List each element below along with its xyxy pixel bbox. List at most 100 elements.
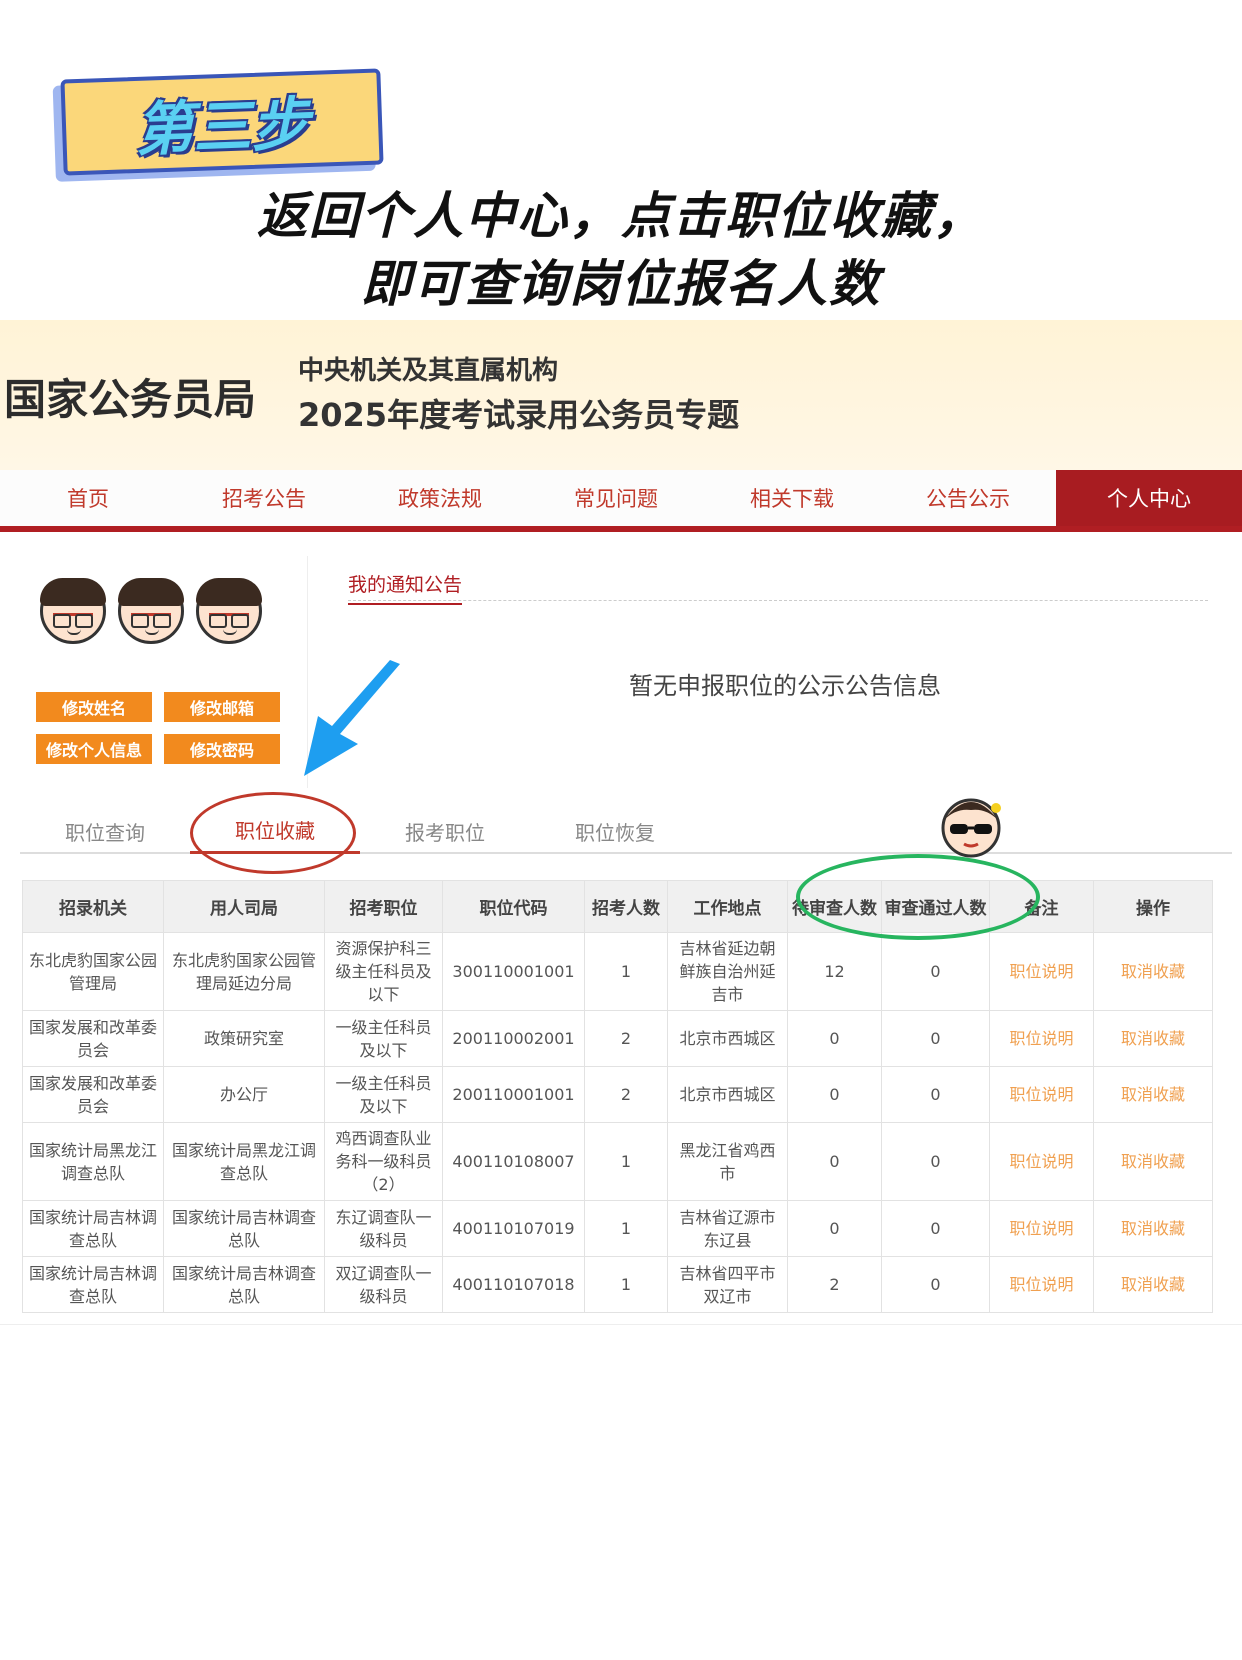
- cell-department: 国家统计局吉林调查总队: [163, 1200, 325, 1257]
- cell-quota: 1: [584, 1256, 668, 1313]
- nav-item-recruitment-notice[interactable]: 招考公告: [176, 470, 352, 526]
- avatar: [40, 578, 106, 644]
- cell-agency: 国家发展和改革委员会: [22, 1010, 164, 1067]
- cell-approved: 0: [881, 1066, 990, 1123]
- cell-location: 黑龙江省鸡西市: [667, 1122, 788, 1201]
- headline-line-2: 即可查询岗位报名人数: [361, 255, 881, 313]
- org-name: 国家公务员局: [4, 375, 257, 424]
- cell-code: 400110108007: [442, 1122, 585, 1201]
- cell-department: 东北虎豹国家公园管理局延边分局: [163, 932, 325, 1011]
- table-row: 国家统计局吉林调查总队 国家统计局吉林调查总队 双辽调查队一级科员 400110107…: [22, 1256, 1213, 1313]
- banner-subtitle-1: 中央机关及其直属机构: [298, 356, 559, 386]
- avatar-group: [40, 578, 262, 644]
- cell-department: 国家统计局吉林调查总队: [163, 1256, 325, 1313]
- cell-cancel-favorite-link[interactable]: 取消收藏: [1093, 932, 1213, 1011]
- cell-approved: 0: [881, 932, 990, 1011]
- cell-code: 200110002001: [442, 1010, 585, 1067]
- cell-quota: 2: [584, 1066, 668, 1123]
- nav-item-personal-center[interactable]: 个人中心: [1056, 470, 1242, 526]
- cell-cancel-favorite-link[interactable]: 取消收藏: [1093, 1066, 1213, 1123]
- cell-quota: 1: [584, 932, 668, 1011]
- col-header-actions: 操作: [1093, 880, 1213, 933]
- cell-position: 一级主任科员及以下: [324, 1066, 443, 1123]
- cell-location: 吉林省辽源市东辽县: [667, 1200, 788, 1257]
- divider: [348, 600, 1208, 601]
- cell-approved: 0: [881, 1256, 990, 1313]
- cell-agency: 国家统计局吉林调查总队: [22, 1256, 164, 1313]
- arrow-down-left-icon: [304, 660, 400, 776]
- cell-department: 办公厅: [163, 1066, 325, 1123]
- cell-pending: 12: [787, 932, 882, 1011]
- cell-cancel-favorite-link[interactable]: 取消收藏: [1093, 1122, 1213, 1201]
- cell-remarks-link[interactable]: 职位说明: [989, 1200, 1094, 1257]
- table-row: 国家统计局黑龙江调查总队 国家统计局黑龙江调查总队 鸡西调查队业务科一级科员（2） 4…: [22, 1122, 1213, 1201]
- nav-item-home[interactable]: 首页: [0, 470, 176, 526]
- cell-code: 200110001001: [442, 1066, 585, 1123]
- cell-location: 吉林省四平市双辽市: [667, 1256, 788, 1313]
- tab-position-search[interactable]: 职位查询: [20, 808, 190, 854]
- edit-personal-info-button[interactable]: 修改个人信息: [36, 734, 152, 764]
- cell-department: 国家统计局黑龙江调查总队: [163, 1122, 325, 1201]
- highlight-circle-red: [190, 792, 356, 874]
- cell-code: 400110107018: [442, 1256, 585, 1313]
- cell-remarks-link[interactable]: 职位说明: [989, 1010, 1094, 1067]
- highlight-circle-green: [796, 854, 1040, 940]
- cell-pending: 0: [787, 1200, 882, 1257]
- cell-position: 双辽调查队一级科员: [324, 1256, 443, 1313]
- cell-agency: 国家发展和改革委员会: [22, 1066, 164, 1123]
- col-header-quota: 招考人数: [584, 880, 668, 933]
- cell-cancel-favorite-link[interactable]: 取消收藏: [1093, 1200, 1213, 1257]
- sunglasses-face-icon: [941, 798, 1001, 858]
- cell-position: 一级主任科员及以下: [324, 1010, 443, 1067]
- table-row: 国家发展和改革委员会 政策研究室 一级主任科员及以下 200110002001 2 北京市…: [22, 1010, 1213, 1067]
- nav-item-policy[interactable]: 政策法规: [352, 470, 528, 526]
- cell-quota: 1: [584, 1122, 668, 1201]
- cell-approved: 0: [881, 1010, 990, 1067]
- nav-item-announcements[interactable]: 公告公示: [880, 470, 1056, 526]
- profile-panel: 修改姓名 修改邮箱 修改个人信息 修改密码: [0, 556, 308, 788]
- table-body: 东北虎豹国家公园管理局 东北虎豹国家公园管理局延边分局 资源保护科三级主任科员及以下…: [22, 932, 1213, 1313]
- cell-pending: 0: [787, 1066, 882, 1123]
- website-screenshot: 国家公务员局 中央机关及其直属机构 2025年度考试录用公务员专题 首页 招考公…: [0, 320, 1242, 1350]
- tab-position-restore[interactable]: 职位恢复: [530, 808, 700, 854]
- cell-cancel-favorite-link[interactable]: 取消收藏: [1093, 1010, 1213, 1067]
- nav-item-downloads[interactable]: 相关下载: [704, 470, 880, 526]
- nav-item-faq[interactable]: 常见问题: [528, 470, 704, 526]
- cell-approved: 0: [881, 1122, 990, 1201]
- cell-pending: 0: [787, 1010, 882, 1067]
- notice-panel: 我的通知公告 暂无申报职位的公示公告信息: [328, 556, 1242, 788]
- step-badge-label: 第三步: [134, 89, 311, 165]
- edit-name-button[interactable]: 修改姓名: [36, 692, 152, 722]
- cell-remarks-link[interactable]: 职位说明: [989, 932, 1094, 1011]
- cell-remarks-link[interactable]: 职位说明: [989, 1256, 1094, 1313]
- avatar: [118, 578, 184, 644]
- col-header-code: 职位代码: [442, 880, 585, 933]
- cell-location: 北京市西城区: [667, 1010, 788, 1067]
- col-header-position: 招考职位: [324, 880, 443, 933]
- cell-agency: 国家统计局吉林调查总队: [22, 1200, 164, 1257]
- favorites-table: 招录机关 用人司局 招考职位 职位代码 招考人数 工作地点 待审查人数 审查通过…: [22, 880, 1213, 1313]
- cell-quota: 2: [584, 1010, 668, 1067]
- tab-applied-positions[interactable]: 报考职位: [360, 808, 530, 854]
- notice-empty-text: 暂无申报职位的公示公告信息: [629, 672, 941, 700]
- cell-agency: 国家统计局黑龙江调查总队: [22, 1122, 164, 1201]
- headline-line-1: 返回个人中心，点击职位收藏，: [257, 187, 985, 245]
- cell-location: 北京市西城区: [667, 1066, 788, 1123]
- edit-email-button[interactable]: 修改邮箱: [164, 692, 280, 722]
- divider: [0, 1324, 1242, 1325]
- cell-cancel-favorite-link[interactable]: 取消收藏: [1093, 1256, 1213, 1313]
- cell-approved: 0: [881, 1200, 990, 1257]
- cell-location: 吉林省延边朝鲜族自治州延吉市: [667, 932, 788, 1011]
- table-row: 国家发展和改革委员会 办公厅 一级主任科员及以下 200110001001 2 北京市西城…: [22, 1066, 1213, 1123]
- cell-code: 300110001001: [442, 932, 585, 1011]
- cell-pending: 0: [787, 1122, 882, 1201]
- edit-password-button[interactable]: 修改密码: [164, 734, 280, 764]
- cell-position: 资源保护科三级主任科员及以下: [324, 932, 443, 1011]
- cell-remarks-link[interactable]: 职位说明: [989, 1122, 1094, 1201]
- table-row: 东北虎豹国家公园管理局 东北虎豹国家公园管理局延边分局 资源保护科三级主任科员及以下…: [22, 932, 1213, 1011]
- cell-department: 政策研究室: [163, 1010, 325, 1067]
- col-header-agency: 招录机关: [22, 880, 164, 933]
- col-header-location: 工作地点: [667, 880, 788, 933]
- avatar: [196, 578, 262, 644]
- cell-remarks-link[interactable]: 职位说明: [989, 1066, 1094, 1123]
